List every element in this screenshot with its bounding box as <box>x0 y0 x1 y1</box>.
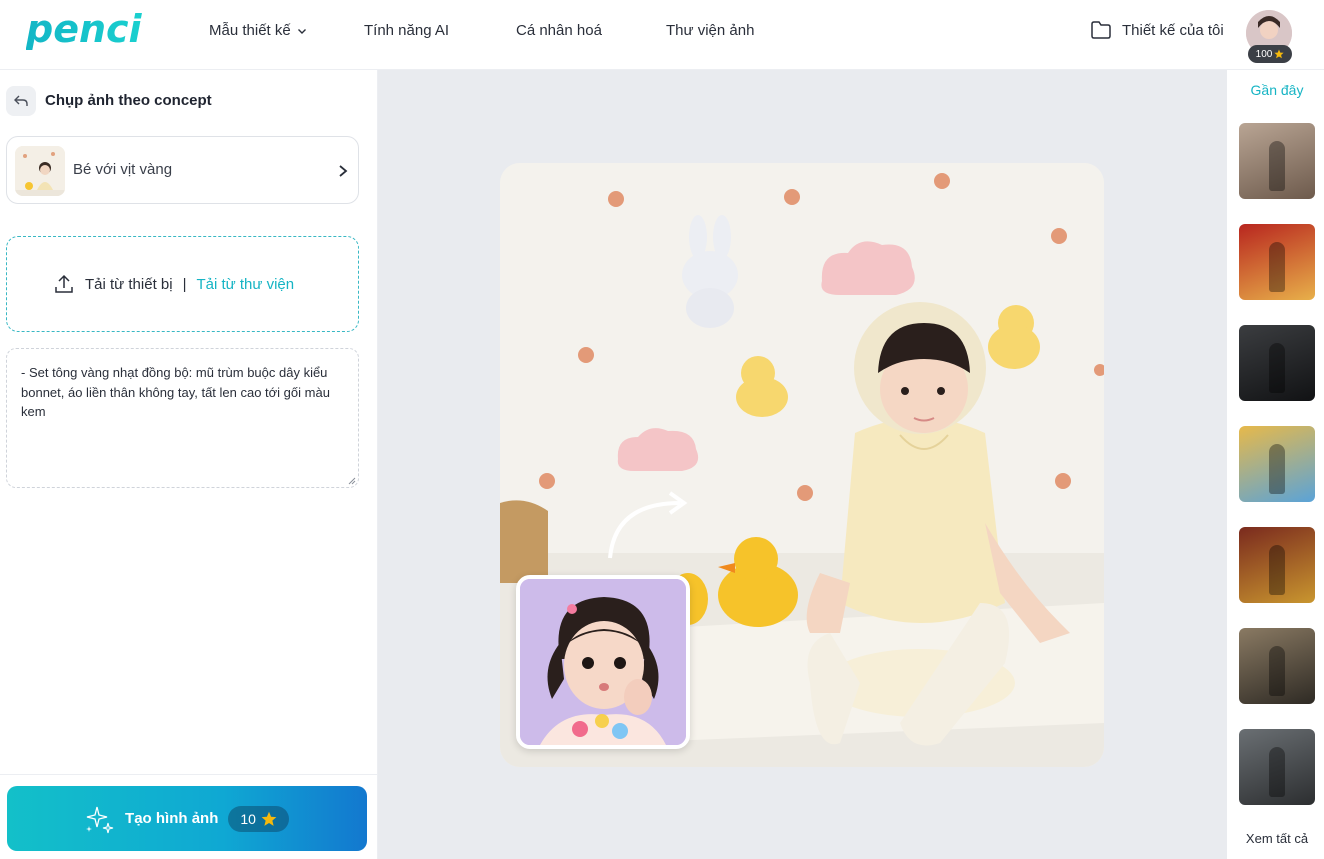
recent-thumbnail[interactable] <box>1239 325 1315 401</box>
create-image-label: Tạo hình ảnh <box>125 810 219 827</box>
nav-photo-library[interactable]: Thư viện ảnh <box>666 22 754 39</box>
user-menu[interactable]: 100 <box>1246 10 1294 64</box>
upload-from-library-link[interactable]: Tải từ thư viện <box>196 276 294 293</box>
concept-panel: Chụp ảnh theo concept Bé với vịt vàng Tả… <box>0 70 378 859</box>
back-button[interactable] <box>6 86 36 116</box>
upload-icon <box>55 274 73 293</box>
thumbnail-figure <box>1269 747 1285 797</box>
panel-title: Chụp ảnh theo concept <box>45 92 212 109</box>
nav-templates-label: Mẫu thiết kế <box>209 22 291 39</box>
recent-thumbnail[interactable] <box>1239 224 1315 300</box>
recent-thumbnail[interactable] <box>1239 123 1315 199</box>
prompt-text: - Set tông vàng nhạt đồng bộ: mũ trùm bu… <box>21 365 330 419</box>
recent-thumbnail[interactable] <box>1239 729 1315 805</box>
recent-title: Gần đây <box>1250 82 1304 98</box>
upload-separator: | <box>182 275 187 293</box>
recent-thumbnail[interactable] <box>1239 426 1315 502</box>
thumbnail-figure <box>1269 343 1285 393</box>
concept-selector[interactable]: Bé với vịt vàng <box>6 136 359 204</box>
credits-count: 100 <box>1255 48 1273 60</box>
chevron-right-icon <box>339 165 348 177</box>
star-icon <box>1274 49 1284 59</box>
logo-text: penci <box>26 7 143 51</box>
thumbnail-figure <box>1269 141 1285 191</box>
panel-footer: Tạo hình ảnh 10 <box>0 774 378 859</box>
recent-sidebar: Gần đây Xem tất cả <box>1227 70 1324 859</box>
top-header: penci Mẫu thiết kế Tính năng AI Cá nhân … <box>0 0 1324 70</box>
create-cost-value: 10 <box>240 810 256 827</box>
my-designs-label: Thiết kế của tôi <box>1122 21 1224 39</box>
nav-personalize[interactable]: Cá nhân hoá <box>516 22 602 39</box>
recent-thumbnail[interactable] <box>1239 527 1315 603</box>
resize-handle-icon[interactable] <box>348 477 356 485</box>
recent-thumbnail[interactable] <box>1239 628 1315 704</box>
folder-icon <box>1091 21 1111 39</box>
thumbnail-figure <box>1269 444 1285 494</box>
preview-canvas <box>378 70 1227 859</box>
create-image-button[interactable]: Tạo hình ảnh 10 <box>7 786 367 851</box>
thumbnail-figure <box>1269 242 1285 292</box>
sparkle-icon <box>86 806 114 833</box>
see-all-link[interactable]: Xem tất cả <box>1227 831 1324 846</box>
nav-personalize-label: Cá nhân hoá <box>516 22 602 39</box>
upload-from-device-link[interactable]: Tải từ thiết bị <box>85 276 173 293</box>
star-icon <box>261 811 277 826</box>
thumbnail-figure <box>1269 646 1285 696</box>
create-cost-badge: 10 <box>228 805 289 832</box>
credits-badge: 100 <box>1248 45 1292 63</box>
thumbnail-figure <box>1269 545 1285 595</box>
concept-label: Bé với vịt vàng <box>73 161 173 178</box>
nav-ai-features-label: Tính năng AI <box>364 22 450 39</box>
penci-logo[interactable]: penci <box>26 6 150 58</box>
nav-photo-library-label: Thư viện ảnh <box>666 22 755 39</box>
nav-ai-features[interactable]: Tính năng AI <box>364 22 449 39</box>
prompt-textarea[interactable]: - Set tông vàng nhạt đồng bộ: mũ trùm bu… <box>6 348 359 488</box>
concept-thumbnail <box>15 146 65 196</box>
upload-dropzone[interactable]: Tải từ thiết bị | Tải từ thư viện <box>6 236 359 332</box>
back-arrow-icon <box>14 95 28 106</box>
source-photo-thumbnail[interactable] <box>516 575 690 749</box>
my-designs-link[interactable]: Thiết kế của tôi <box>1090 20 1224 40</box>
nav-templates[interactable]: Mẫu thiết kế <box>209 22 307 39</box>
chevron-down-icon <box>297 28 306 34</box>
